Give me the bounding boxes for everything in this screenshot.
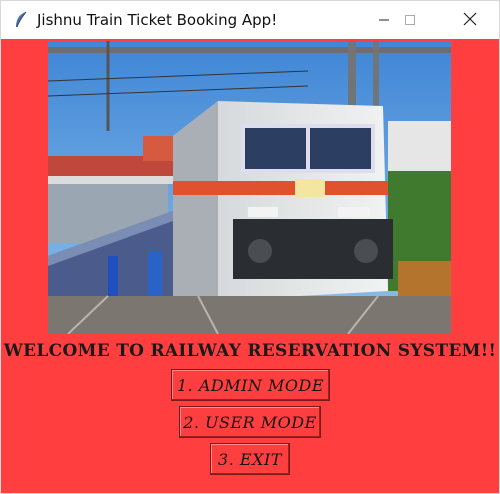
app-window: Jishnu Train Ticket Booking App! WELCOME… (0, 0, 500, 494)
title-bar: Jishnu Train Ticket Booking App! (1, 1, 499, 39)
window-title: Jishnu Train Ticket Booking App! (37, 11, 278, 29)
feather-icon (11, 10, 31, 30)
close-icon (463, 11, 477, 30)
close-button[interactable] (447, 1, 493, 39)
admin-mode-button[interactable]: 1. ADMIN MODE (171, 369, 330, 401)
maximize-icon (404, 11, 416, 30)
maximize-button[interactable] (387, 1, 433, 39)
train-photo (48, 41, 451, 334)
exit-button[interactable]: 3. EXIT (210, 443, 290, 475)
welcome-heading: WELCOME TO RAILWAY RESERVATION SYSTEM!! (3, 341, 497, 361)
user-mode-button[interactable]: 2. USER MODE (179, 406, 321, 438)
